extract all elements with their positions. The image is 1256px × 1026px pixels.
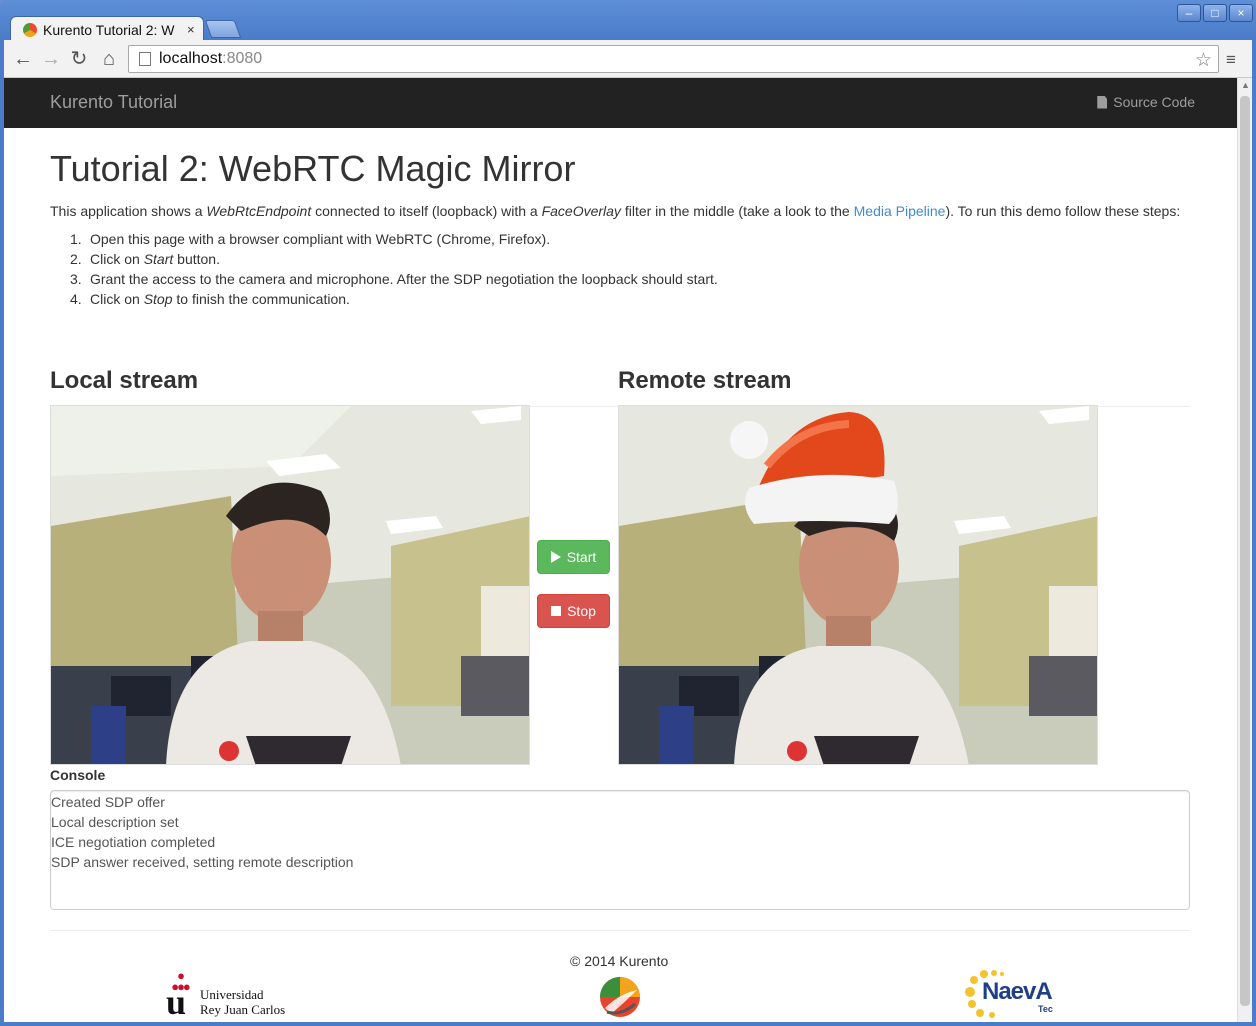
scroll-up-arrow-icon[interactable]: ▲ (1241, 80, 1250, 90)
url-port: :8080 (222, 50, 263, 67)
step-text: Open this page with a browser compliant … (90, 231, 551, 247)
source-code-label: Source Code (1113, 94, 1195, 110)
intro-text-3: filter in the middle (take a look to the (620, 203, 854, 219)
kurento-logo-icon (599, 976, 641, 1018)
source-code-link[interactable]: Source Code (1097, 94, 1195, 110)
step-emphasis: Start (143, 251, 174, 267)
urjc-emblem-icon: ● ●●● u (166, 968, 191, 1022)
urjc-line-1: Universidad (200, 987, 264, 1002)
forward-arrow-icon[interactable]: → (40, 48, 62, 70)
bookmark-star-icon[interactable]: ☆ (1195, 49, 1212, 72)
play-icon (550, 551, 561, 563)
navbar-brand[interactable]: Kurento Tutorial (50, 92, 177, 113)
page-scrollbar[interactable]: ▲ (1237, 78, 1252, 1022)
console-label: Console (50, 767, 106, 783)
step-emphasis: Stop (143, 291, 173, 307)
browser-toolbar: ← → ↻ ⌂ localhost :8080 ☆ ≡ (4, 40, 1252, 78)
console-line: ICE negotiation completed (51, 834, 216, 850)
address-bar[interactable]: localhost :8080 ☆ (128, 45, 1219, 73)
new-tab-button[interactable] (204, 20, 242, 38)
back-arrow-icon[interactable]: ← (12, 48, 34, 70)
tab-close-icon[interactable]: × (187, 22, 195, 37)
urjc-line-2: Rey Juan Carlos (200, 1002, 286, 1017)
intro-paragraph: This application shows a WebRtcEndpoint … (50, 201, 1195, 221)
tab-strip: Kurento Tutorial 2: W × – □ × (0, 0, 1256, 42)
local-stream-title: Local stream (50, 367, 199, 394)
console-line: Local description set (51, 814, 179, 830)
maximize-button[interactable]: □ (1203, 4, 1227, 22)
close-window-button[interactable]: × (1229, 4, 1253, 22)
tab-title: Kurento Tutorial 2: W (43, 21, 175, 38)
naeva-name: NaevA (982, 978, 1053, 1005)
intro-text-2: connected to itself (loopback) with a (311, 203, 542, 219)
step-text-after: button. (173, 251, 220, 267)
url-host: localhost (159, 50, 223, 67)
home-icon[interactable]: ⌂ (98, 48, 120, 70)
step-item: 3. Grant the access to the camera and mic… (70, 269, 718, 289)
intro-em-faceoverlay: FaceOverlay (541, 203, 621, 219)
reload-icon[interactable]: ↻ (68, 48, 90, 70)
page-viewport: Kurento Tutorial Source Code Tutorial 2:… (4, 78, 1237, 1022)
stop-icon (551, 606, 562, 616)
page-icon (139, 52, 151, 66)
naeva-logo: NaevA Tec (964, 968, 1054, 1018)
step-item: 2. Click on Start button. (70, 249, 718, 269)
intro-text-1: This application shows a (50, 203, 207, 219)
local-video[interactable] (50, 405, 530, 765)
urjc-logo: ● ●●● u Universidad Rey Juan Carlos (166, 968, 286, 1022)
media-pipeline-link[interactable]: Media Pipeline (854, 203, 946, 219)
stop-button-label: Stop (567, 603, 596, 619)
minimize-button[interactable]: – (1177, 4, 1201, 22)
steps-list: 1. Open this page with a browser complian… (70, 229, 718, 309)
step-text: Click on (90, 251, 144, 267)
step-number: 1. (70, 231, 82, 247)
step-text-after: to finish the communication. (172, 291, 350, 307)
step-text: Grant the access to the camera and micro… (90, 271, 718, 287)
naeva-sub: Tec (1038, 1004, 1053, 1014)
start-button-label: Start (566, 549, 597, 565)
menu-hamburger-icon[interactable]: ≡ (1226, 50, 1244, 69)
copyright: © 2014 Kurento (570, 953, 669, 969)
start-button[interactable]: Start (537, 540, 610, 574)
console-line: SDP answer received, setting remote desc… (51, 854, 354, 870)
step-number: 2. (70, 251, 82, 267)
intro-em-webrtcendpoint: WebRtcEndpoint (206, 203, 312, 219)
step-number: 4. (70, 291, 82, 307)
page-title: Tutorial 2: WebRTC Magic Mirror (50, 148, 576, 189)
step-item: 4. Click on Stop to finish the communicat… (70, 289, 718, 309)
top-navbar: Kurento Tutorial Source Code (4, 78, 1237, 128)
step-text: Click on (90, 291, 144, 307)
remote-stream-title: Remote stream (618, 367, 792, 394)
step-number: 3. (70, 271, 82, 287)
window-bottom-border (0, 1022, 1256, 1026)
scrollbar-thumb[interactable] (1240, 96, 1250, 1006)
remote-video[interactable] (618, 405, 1098, 765)
footer-divider (50, 930, 1190, 931)
browser-tab[interactable]: Kurento Tutorial 2: W × (10, 16, 204, 42)
kurento-favicon-icon (23, 22, 37, 37)
file-icon (1097, 95, 1108, 109)
stop-button[interactable]: Stop (537, 594, 610, 628)
intro-text-4: ). To run this demo follow these steps: (945, 203, 1181, 219)
step-item: 1. Open this page with a browser complian… (70, 229, 718, 249)
console-log[interactable]: Created SDP offer Local description set … (50, 790, 1190, 910)
browser-window: Kurento Tutorial 2: W × – □ × ← → ↻ ⌂ lo… (0, 0, 1256, 1026)
console-line: Created SDP offer (51, 794, 165, 810)
